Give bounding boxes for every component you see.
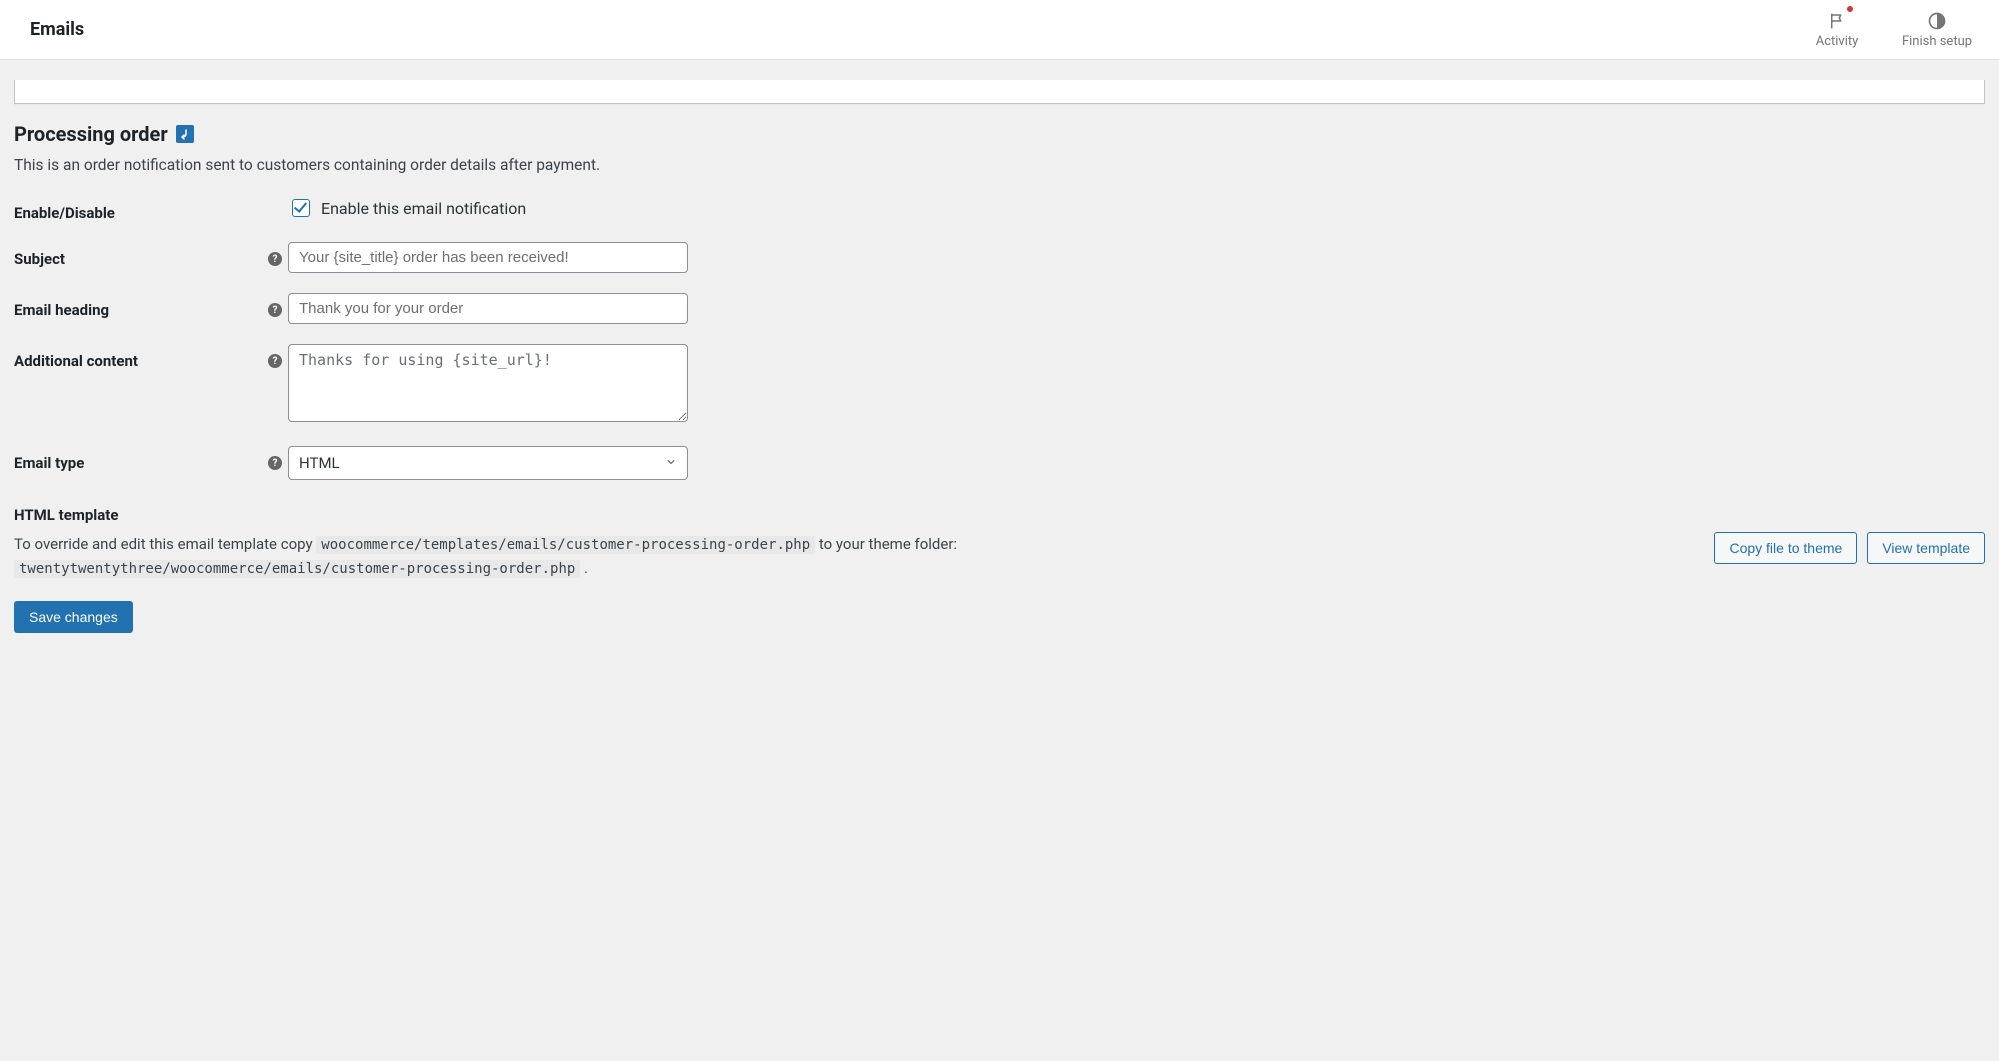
email-type-selected: HTML xyxy=(299,454,340,472)
template-dest-path: twentytwentythree/woocommerce/emails/cus… xyxy=(14,560,580,578)
help-icon[interactable]: ? xyxy=(268,303,282,317)
copy-file-button[interactable]: Copy file to theme xyxy=(1714,532,1857,564)
heading-input[interactable] xyxy=(288,293,688,324)
finish-setup-label: Finish setup xyxy=(1902,34,1972,49)
additional-row: Additional content ? xyxy=(14,344,1985,426)
activity-button[interactable]: Activity xyxy=(1787,0,1887,60)
template-text: To override and edit this email template… xyxy=(14,532,1694,581)
enable-checkbox-text: Enable this email notification xyxy=(321,199,526,218)
template-mid: to your theme folder: xyxy=(815,535,957,553)
type-label: Email type xyxy=(14,446,262,472)
template-pre: To override and edit this email template… xyxy=(14,535,316,553)
finish-setup-button[interactable]: Finish setup xyxy=(1887,0,1987,60)
section-description: This is an order notification sent to cu… xyxy=(14,156,1985,174)
enable-row: Enable/Disable Enable this email notific… xyxy=(14,196,1985,222)
heading-row: Email heading ? xyxy=(14,293,1985,324)
page-title: Emails xyxy=(30,19,84,40)
save-button[interactable]: Save changes xyxy=(14,601,133,633)
template-src-path: woocommerce/templates/emails/customer-pr… xyxy=(316,536,815,554)
enable-checkbox-wrapper[interactable]: Enable this email notification xyxy=(288,196,526,220)
subject-row: Subject ? xyxy=(14,242,1985,273)
template-heading: HTML template xyxy=(14,506,1985,524)
additional-label: Additional content xyxy=(14,344,262,370)
flag-icon xyxy=(1826,10,1848,32)
type-row: Email type ? HTML xyxy=(14,446,1985,480)
activity-label: Activity xyxy=(1816,34,1859,49)
return-link-icon[interactable] xyxy=(176,125,194,143)
additional-textarea[interactable] xyxy=(288,344,688,422)
notification-dot-icon xyxy=(1847,6,1853,12)
subject-input[interactable] xyxy=(288,242,688,273)
heading-label: Email heading xyxy=(14,293,262,319)
previous-panel-fragment xyxy=(14,80,1985,104)
help-icon[interactable]: ? xyxy=(268,456,282,470)
email-type-select[interactable]: HTML xyxy=(288,446,688,480)
section-title-text: Processing order xyxy=(14,122,168,146)
enable-label: Enable/Disable xyxy=(14,196,262,222)
help-icon[interactable]: ? xyxy=(268,252,282,266)
chevron-down-icon xyxy=(665,454,677,472)
template-post: . xyxy=(580,559,588,577)
enable-checkbox[interactable] xyxy=(292,199,310,217)
view-template-button[interactable]: View template xyxy=(1867,532,1985,564)
topbar: Emails Activity Finish setup xyxy=(0,0,1999,60)
half-circle-icon xyxy=(1926,10,1948,32)
subject-label: Subject xyxy=(14,242,262,268)
section-title: Processing order xyxy=(14,122,1985,146)
help-icon[interactable]: ? xyxy=(268,354,282,368)
